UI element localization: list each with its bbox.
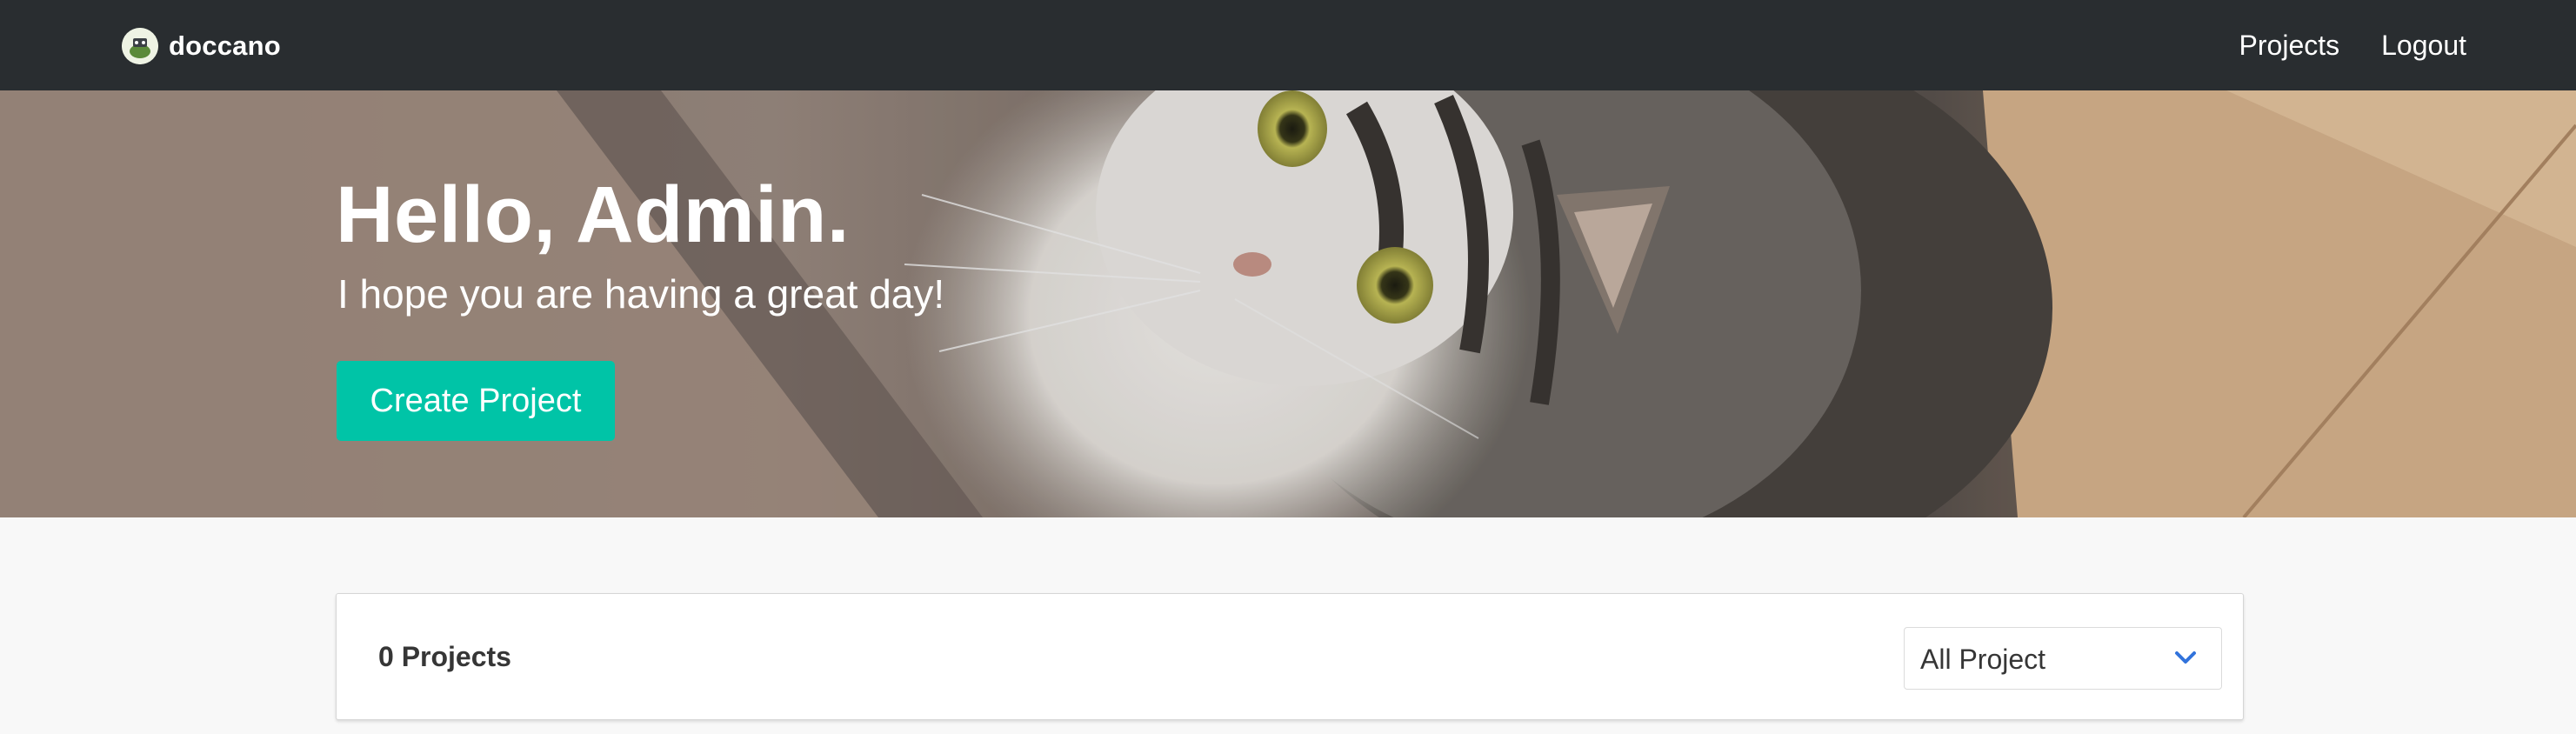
project-filter-value: All Project (1920, 644, 2046, 675)
doccano-logo-icon (122, 28, 158, 64)
create-project-button[interactable]: Create Project (337, 361, 615, 441)
project-filter-select[interactable]: All Project (1904, 627, 2222, 690)
projects-panel: 0 Projects All Project (336, 593, 2244, 720)
top-navbar: doccano Projects Logout (0, 0, 2576, 90)
brand-link[interactable]: doccano (122, 28, 281, 64)
brand-name: doccano (169, 30, 281, 61)
nav-logout-link[interactable]: Logout (2381, 26, 2466, 64)
hero-banner: Hello, Admin. I hope you are having a gr… (0, 90, 2576, 517)
nav-projects-link[interactable]: Projects (2239, 26, 2340, 64)
hero-subtitle: I hope you are having a great day! (337, 271, 945, 317)
chevron-down-icon (2175, 651, 2196, 664)
projects-count: 0 Projects (378, 641, 511, 672)
nav-links: Projects Logout (2239, 26, 2466, 64)
hero-greeting: Hello, Admin. (336, 170, 850, 259)
